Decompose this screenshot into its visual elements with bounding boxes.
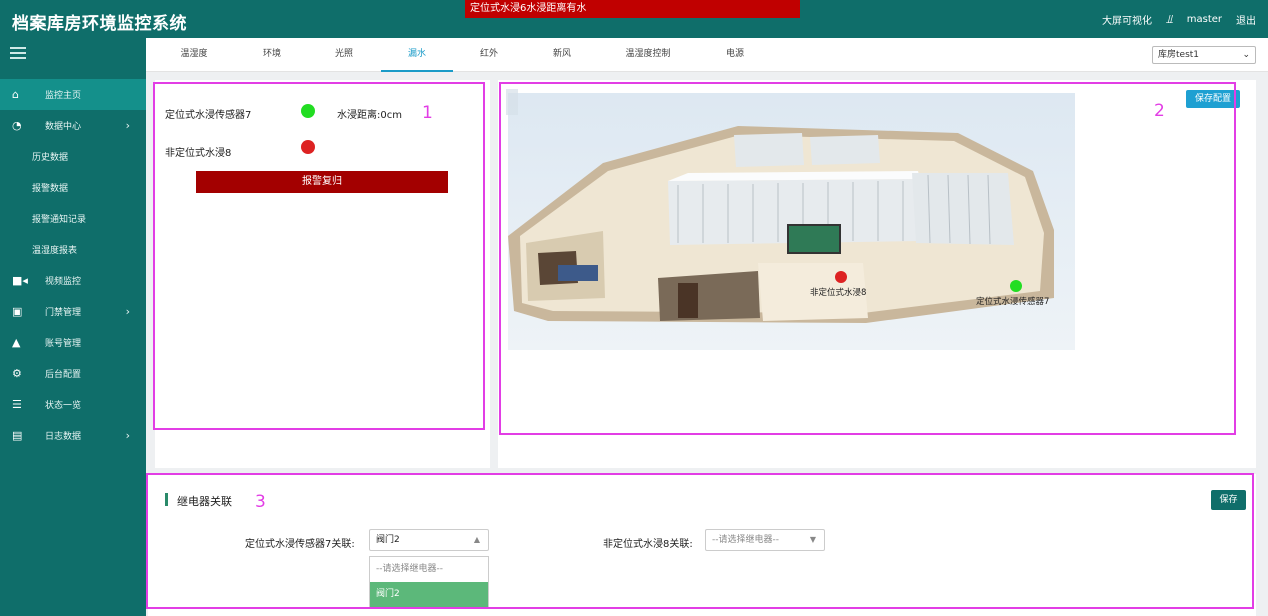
sidebar: ⌂ 监控主页 ◔ 数据中心 › 历史数据 报警数据 报警通知记录 温湿度报表 ■… xyxy=(0,38,146,616)
relay-link-panel: 继电器关联 保存 定位式水浸传感器7关联: 阀门2 ▲ --请选择继电器-- 阀… xyxy=(148,474,1256,616)
sidebar-item-label: 监控主页 xyxy=(45,91,82,101)
sidebar-item-label: 日志数据 xyxy=(45,432,82,442)
relay-s8-select[interactable]: --请选择继电器-- ▼ xyxy=(705,529,825,551)
list-icon: ▤ xyxy=(12,429,23,442)
plan-marker-label-s8: 非定位式水浸8 xyxy=(810,288,867,298)
tab-temp-humidity[interactable]: 温湿度 xyxy=(166,38,222,72)
room-select-value: 库房test1 xyxy=(1158,50,1200,60)
sidebar-item-access[interactable]: ▣ 门禁管理 › xyxy=(0,296,146,327)
dropdown-option[interactable]: --请选择继电器-- xyxy=(370,557,488,582)
logout-link[interactable]: 退出 xyxy=(1236,12,1256,27)
sidebar-item-accounts[interactable]: ▲ 账号管理 xyxy=(0,327,146,358)
relay-s8-placeholder: --请选择继电器-- xyxy=(712,535,779,545)
sensor-8-name: 非定位式水浸8 xyxy=(165,148,232,159)
mute-icon[interactable]: ⫫ xyxy=(1166,12,1173,27)
sidebar-item-alarm-data[interactable]: 报警数据 xyxy=(0,172,146,203)
sidebar-item-label: 后台配置 xyxy=(45,370,82,380)
floor-plan-image[interactable] xyxy=(508,93,1075,350)
chevron-down-icon: ▼ xyxy=(809,535,816,544)
menu-toggle-icon[interactable] xyxy=(10,47,26,61)
sidebar-nav: ⌂ 监控主页 ◔ 数据中心 › 历史数据 报警数据 报警通知记录 温湿度报表 ■… xyxy=(0,79,146,451)
alert-banner[interactable]: 定位式水浸6水浸距离有水 xyxy=(465,0,800,18)
relay-s7-select[interactable]: 阀门2 ▲ xyxy=(369,529,489,551)
sensor-7-name: 定位式水浸传感器7 xyxy=(165,110,252,121)
relay-s7-value: 阀门2 xyxy=(376,535,400,545)
sidebar-item-label: 门禁管理 xyxy=(45,308,82,318)
sidebar-item-history[interactable]: 历史数据 xyxy=(0,141,146,172)
dropdown-option[interactable]: 阀门2 xyxy=(370,582,488,607)
tab-infrared[interactable]: 红外 xyxy=(461,38,517,72)
section-marker xyxy=(165,493,168,506)
chevron-up-icon: ▲ xyxy=(473,535,480,544)
sidebar-item-data-center[interactable]: ◔ 数据中心 › xyxy=(0,110,146,141)
sidebar-item-video[interactable]: ■◂ 视频监控 xyxy=(0,265,146,296)
sidebar-item-label: 视频监控 xyxy=(45,277,82,287)
video-camera-icon: ■◂ xyxy=(12,274,28,287)
plan-marker-label-s7: 定位式水浸传感器7 xyxy=(976,297,1050,307)
sidebar-item-home[interactable]: ⌂ 监控主页 xyxy=(0,79,146,110)
tab-bar: 温湿度 环境 光照 漏水 红外 新风 温湿度控制 电源 库房test1 ⌄ xyxy=(146,38,1268,72)
server-icon: ☰ xyxy=(12,398,22,411)
floor-plan-panel: 非定位式水浸8 定位式水浸传感器7 保存配置 xyxy=(498,80,1256,468)
save-button[interactable]: 保存 xyxy=(1211,490,1246,510)
pie-chart-icon: ◔ xyxy=(12,119,22,132)
chevron-right-icon: › xyxy=(125,119,130,132)
tab-leak[interactable]: 漏水 xyxy=(381,38,453,72)
tab-environment[interactable]: 环境 xyxy=(244,38,300,72)
sensor-status-panel: 定位式水浸传感器7 水浸距离:0cm 非定位式水浸8 报警复归 xyxy=(155,80,490,468)
id-card-icon: ▣ xyxy=(12,305,23,318)
room-select[interactable]: 库房test1 ⌄ xyxy=(1152,46,1256,64)
header-actions: 大屏可视化 ⫫ master 退出 xyxy=(1102,12,1256,27)
alarm-reset-button[interactable]: 报警复归 xyxy=(196,171,448,193)
sidebar-item-backend[interactable]: ⚙ 后台配置 xyxy=(0,358,146,389)
chevron-down-icon: ⌄ xyxy=(1242,50,1250,60)
sidebar-item-label: 数据中心 xyxy=(45,122,82,132)
user-icon: ▲ xyxy=(12,336,21,349)
sidebar-item-label: 状态一览 xyxy=(45,401,82,411)
tab-power[interactable]: 电源 xyxy=(707,38,763,72)
tab-fresh-air[interactable]: 新风 xyxy=(534,38,590,72)
big-screen-link[interactable]: 大屏可视化 xyxy=(1102,12,1152,27)
relay-s7-label: 定位式水浸传感器7关联: xyxy=(245,539,355,550)
top-header: 档案库房环境监控系统 定位式水浸6水浸距离有水 大屏可视化 ⫫ master 退… xyxy=(0,0,1268,38)
plan-marker-s7[interactable] xyxy=(1010,280,1022,292)
tab-th-control[interactable]: 温湿度控制 xyxy=(611,38,685,72)
chevron-right-icon: › xyxy=(125,305,130,318)
sensor-8-status-dot xyxy=(301,140,315,154)
sensor-7-status-dot xyxy=(301,104,315,118)
tab-light[interactable]: 光照 xyxy=(316,38,372,72)
sidebar-item-label: 账号管理 xyxy=(45,339,82,349)
home-icon: ⌂ xyxy=(12,88,19,101)
annotation-number-2: 2 xyxy=(1154,101,1165,121)
annotation-number-1: 1 xyxy=(422,103,433,123)
relay-s8-label: 非定位式水浸8关联: xyxy=(603,539,693,550)
chevron-right-icon: › xyxy=(125,429,130,442)
annotation-number-3: 3 xyxy=(255,492,266,512)
sensor-7-distance: 水浸距离:0cm xyxy=(337,110,402,121)
save-config-button[interactable]: 保存配置 xyxy=(1186,90,1240,108)
sidebar-item-alarm-notify[interactable]: 报警通知记录 xyxy=(0,203,146,234)
username[interactable]: master xyxy=(1187,14,1222,25)
gears-icon: ⚙ xyxy=(12,367,22,380)
sidebar-item-logs[interactable]: ▤ 日志数据 › xyxy=(0,420,146,451)
relay-s7-dropdown: --请选择继电器-- 阀门2 xyxy=(369,556,489,608)
sidebar-item-th-report[interactable]: 温湿度报表 xyxy=(0,234,146,265)
section-title: 继电器关联 xyxy=(177,495,232,508)
sidebar-item-status[interactable]: ☰ 状态一览 xyxy=(0,389,146,420)
app-title: 档案库房环境监控系统 xyxy=(12,14,187,34)
plan-marker-s8[interactable] xyxy=(835,271,847,283)
zoom-control[interactable] xyxy=(506,89,518,115)
